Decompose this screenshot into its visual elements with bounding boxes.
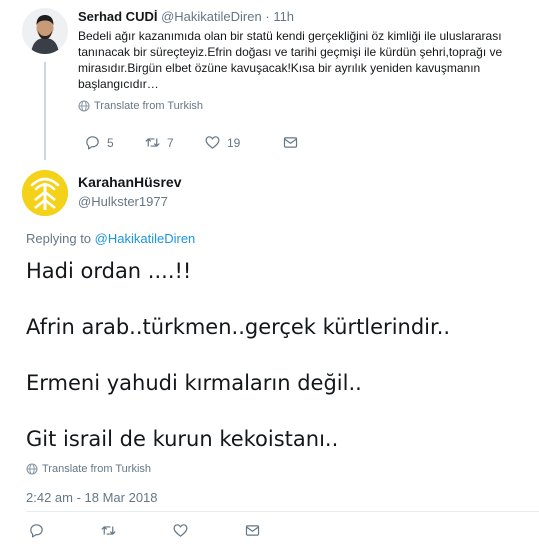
message-icon <box>283 137 298 148</box>
reply-button[interactable] <box>28 522 100 539</box>
message-icon <box>245 525 260 536</box>
tweet-time[interactable]: 11h <box>273 9 294 24</box>
separator-dot: · <box>265 9 270 24</box>
avatar[interactable] <box>22 8 68 54</box>
tweet-line: Afrin arab..türkmen..gerçek kürtlerindir… <box>26 315 451 339</box>
tweet-text: Hadi ordan ....!! Afrin arab..türkmen..g… <box>26 256 526 480</box>
translate-label: Translate from Turkish <box>94 100 204 112</box>
tweet-line: Hadi ordan ....!! <box>26 259 192 283</box>
message-button[interactable] <box>282 134 342 151</box>
translate-link[interactable]: Translate from Turkish <box>78 100 528 112</box>
user-handle[interactable]: @HakikatileDiren <box>161 9 262 24</box>
replying-to: Replying to @HakikatileDiren <box>26 231 195 246</box>
verified-logo-icon <box>22 170 68 216</box>
globe-icon <box>26 463 38 475</box>
retweet-icon <box>145 138 160 147</box>
tweet-line: Ermeni yahudi kırmaların değil.. <box>26 371 362 395</box>
like-icon <box>205 136 220 149</box>
user-name[interactable]: KarahanHüsrev <box>78 174 182 190</box>
avatar[interactable] <box>22 170 68 216</box>
parent-tweet-body: Serhad CUDİ @HakikatileDiren · 11h Bedel… <box>78 9 528 112</box>
replying-to-link[interactable]: @HakikatileDiren <box>95 231 196 246</box>
tweet-timestamp[interactable]: 2:42 am - 18 Mar 2018 <box>26 490 158 505</box>
retweet-count: 7 <box>167 135 174 150</box>
reply-icon <box>86 136 99 150</box>
retweet-icon <box>101 526 116 535</box>
tweet-line: Git israil de kurun kekoistanı.. <box>26 427 339 451</box>
thread-connector <box>44 62 46 160</box>
tweet-actions: 5 7 19 <box>84 134 342 151</box>
message-button[interactable] <box>244 522 316 539</box>
like-icon <box>173 524 188 537</box>
reply-count: 5 <box>107 135 114 150</box>
translate-label: Translate from Turkish <box>42 463 152 475</box>
tweet-text: Bedeli ağır kazanımıda olan bir statü ke… <box>78 29 503 91</box>
globe-icon <box>78 100 90 112</box>
tweet-actions <box>28 522 316 539</box>
retweet-button[interactable] <box>100 522 172 539</box>
divider <box>26 511 539 512</box>
translate-link[interactable]: Translate from Turkish <box>26 463 151 475</box>
parent-tweet[interactable]: Serhad CUDİ @HakikatileDiren · 11h Bedel… <box>0 0 539 160</box>
reply-button[interactable]: 5 <box>84 134 144 151</box>
user-name[interactable]: Serhad CUDİ <box>78 9 157 24</box>
reply-icon <box>30 524 43 538</box>
like-button[interactable] <box>172 522 244 539</box>
like-count: 19 <box>227 135 241 150</box>
like-button[interactable]: 19 <box>204 134 282 151</box>
retweet-button[interactable]: 7 <box>144 134 204 151</box>
tweet-header: Serhad CUDİ @HakikatileDiren · 11h <box>78 9 528 25</box>
replying-prefix: Replying to <box>26 231 92 246</box>
user-handle[interactable]: @Hulkster1977 <box>78 194 168 209</box>
